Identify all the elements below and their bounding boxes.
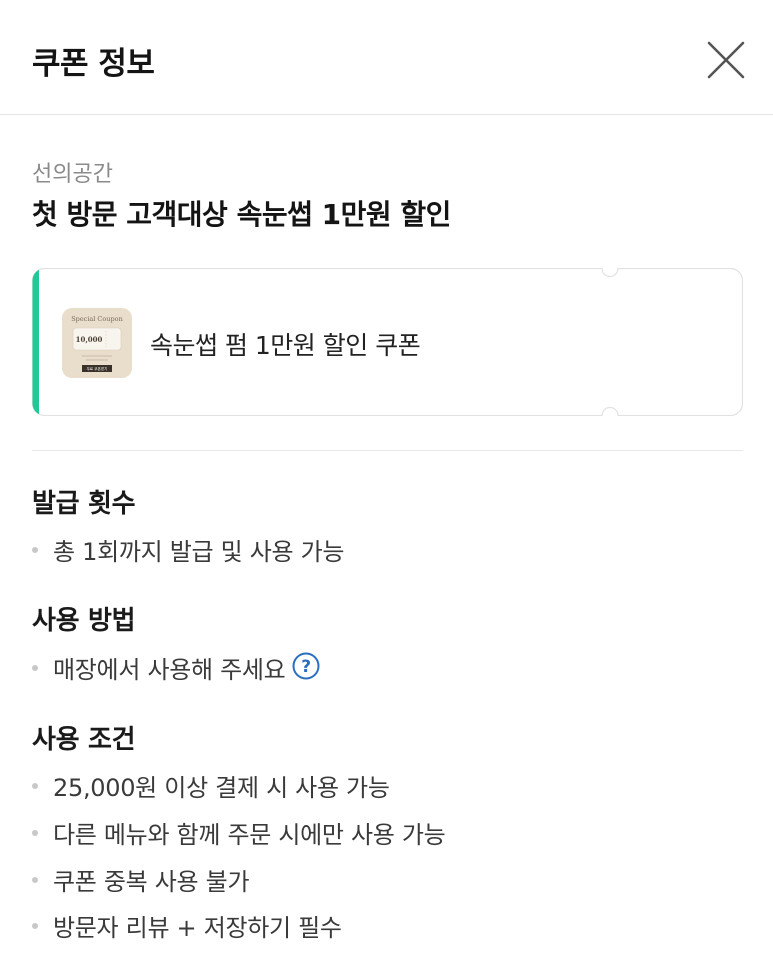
list-item: 매장에서 사용해 주세요? xyxy=(32,650,321,689)
coupon-thumbnail: Special Coupon 10,000 무료 쿠폰받기 xyxy=(62,308,132,378)
coupon-title: 첫 방문 고객대상 속눈썹 1만원 할인 xyxy=(32,198,451,231)
coupon-accent-bar xyxy=(32,268,39,416)
list-item: 다른 메뉴와 함께 주문 시에만 사용 가능 xyxy=(32,815,446,850)
bullet-dot xyxy=(32,547,38,553)
bullet-dot xyxy=(32,830,38,836)
section-title-usage-conditions: 사용 조건 xyxy=(32,725,136,755)
usage-method-text: 매장에서 사용해 주세요 xyxy=(53,656,286,684)
thumb-top-text: Special Coupon xyxy=(71,315,123,323)
question-circle-icon[interactable]: ? xyxy=(291,651,321,687)
list-item: 방문자 리뷰 + 저장하기 필수 xyxy=(32,908,342,943)
store-name: 선의공간 xyxy=(32,162,113,187)
thumb-button-text: 무료 쿠폰받기 xyxy=(87,366,108,371)
bullet-dot xyxy=(32,665,38,671)
header: 쿠폰 정보 xyxy=(0,0,773,115)
condition-text: 다른 메뉴와 함께 주문 시에만 사용 가능 xyxy=(53,821,446,849)
list-item: 총 1회까지 발급 및 사용 가능 xyxy=(32,532,345,567)
page-title: 쿠폰 정보 xyxy=(32,46,155,82)
coupon-card-name: 속눈썹 펌 1만원 할인 쿠폰 xyxy=(150,331,421,360)
condition-text: 25,000원 이상 결제 시 사용 가능 xyxy=(53,774,390,802)
section-title-usage-method: 사용 방법 xyxy=(32,606,136,636)
section-title-issue-count: 발급 횟수 xyxy=(32,489,136,519)
issue-count-text: 총 1회까지 발급 및 사용 가능 xyxy=(53,538,345,566)
svg-text:?: ? xyxy=(302,657,312,677)
thumb-amount: 10,000 xyxy=(76,335,103,344)
list-item: 25,000원 이상 결제 시 사용 가능 xyxy=(32,768,390,803)
list-item: 쿠폰 중복 사용 불가 xyxy=(32,862,250,897)
divider xyxy=(32,450,743,451)
condition-text: 쿠폰 중복 사용 불가 xyxy=(53,868,250,896)
bullet-dot xyxy=(32,783,38,789)
close-icon xyxy=(707,41,745,79)
bullet-dot xyxy=(32,923,38,929)
condition-text: 방문자 리뷰 + 저장하기 필수 xyxy=(53,914,342,942)
close-button[interactable] xyxy=(700,34,752,86)
bullet-dot xyxy=(32,877,38,883)
coupon-card: Special Coupon 10,000 무료 쿠폰받기 속눈썹 펌 1만원 … xyxy=(32,268,743,416)
